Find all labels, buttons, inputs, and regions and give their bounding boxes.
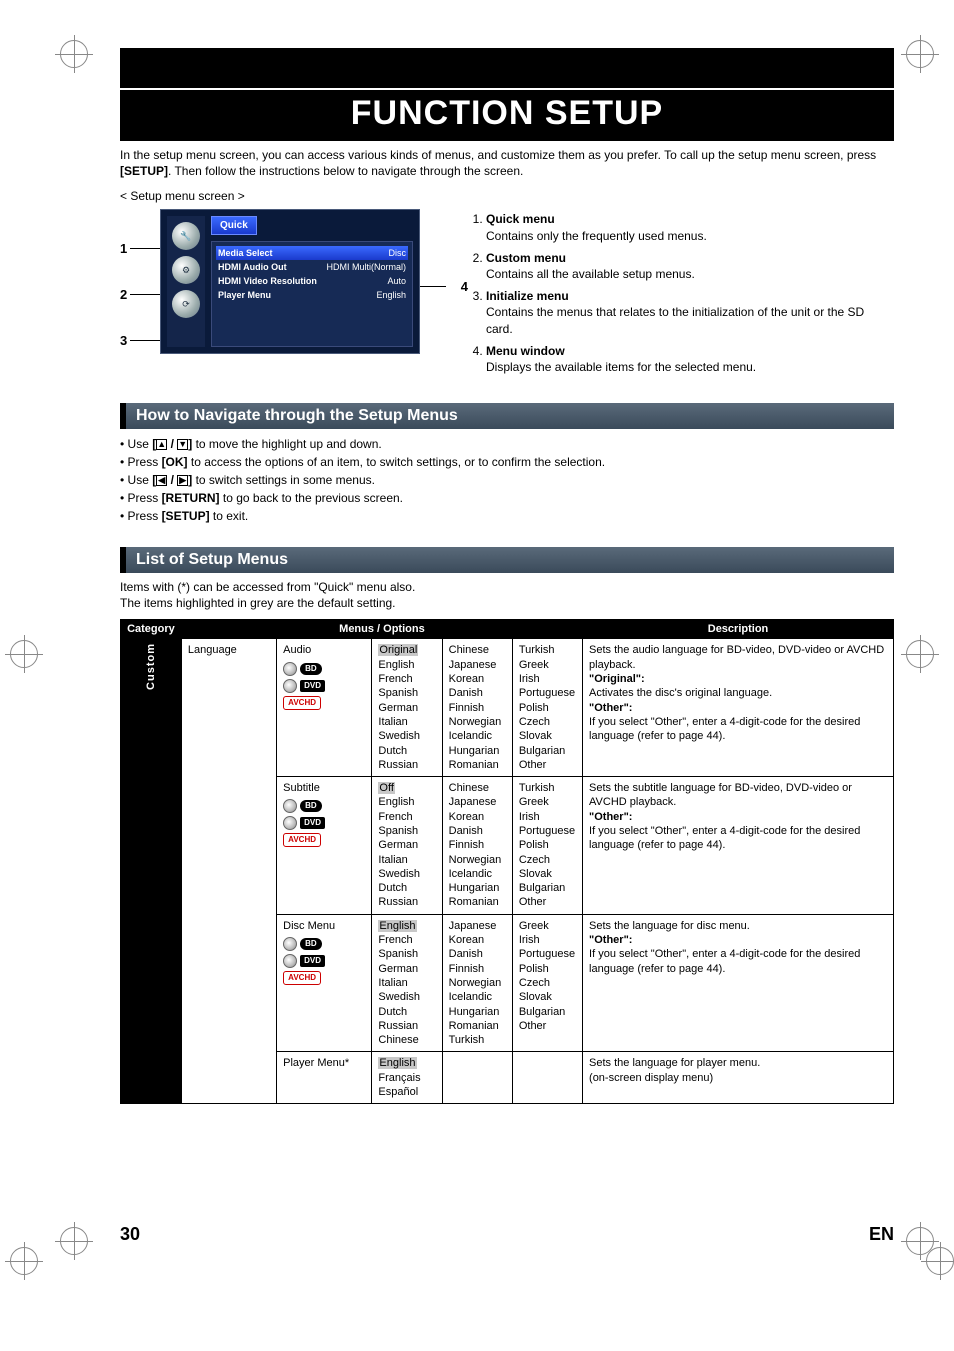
- options-col: Chinese Japanese Korean Danish Finnish N…: [442, 639, 512, 777]
- registration-mark: [926, 1247, 954, 1275]
- registration-mark: [60, 40, 88, 68]
- bd-video-icon: BD: [283, 662, 365, 676]
- table-row: Custom Language Audio BD DVD AVCHD Origi…: [121, 639, 894, 777]
- callout-1: 1: [120, 241, 127, 256]
- legend-item-2: Custom menuContains all the available se…: [486, 250, 894, 282]
- registration-mark: [10, 1247, 38, 1275]
- description-cell: Sets the subtitle language for BD-video,…: [583, 777, 894, 915]
- description-cell: Sets the audio language for BD-video, DV…: [583, 639, 894, 777]
- menu-subtitle: Subtitle BD DVD AVCHD: [277, 777, 372, 915]
- dvd-video-icon: DVD: [283, 679, 365, 693]
- options-col: OffEnglish French Spanish German Italian…: [372, 777, 442, 915]
- intro-text-bold: [SETUP]: [120, 164, 168, 178]
- callout-3: 3: [120, 333, 127, 348]
- language-code: EN: [869, 1224, 894, 1245]
- page-title: FUNCTION SETUP: [120, 90, 894, 141]
- diagram-caption: < Setup menu screen >: [120, 189, 894, 203]
- registration-mark: [906, 40, 934, 68]
- intro-text-c: . Then follow the instructions below to …: [168, 164, 523, 178]
- wrench-icon: 🔧: [172, 222, 200, 250]
- list-intro: Items with (*) can be accessed from "Qui…: [120, 579, 894, 611]
- legend-item-1: Quick menuContains only the frequently u…: [486, 211, 894, 243]
- callout-4: 4: [461, 279, 468, 294]
- down-arrow-icon: ▼: [177, 439, 188, 450]
- legend-item-3: Initialize menuContains the menus that r…: [486, 288, 894, 337]
- osd-row: Player MenuEnglish: [216, 288, 408, 302]
- osd-tab-quick: Quick: [211, 216, 257, 235]
- options-col: [442, 1052, 512, 1104]
- osd-row: HDMI Audio OutHDMI Multi(Normal): [216, 260, 408, 274]
- page-number: 30: [120, 1224, 140, 1245]
- left-arrow-icon: ◀: [156, 475, 167, 486]
- osd-sidebar: 🔧 ⚙ ⟳: [167, 216, 205, 347]
- description-cell: Sets the language for disc menu. "Other"…: [583, 914, 894, 1052]
- bd-video-icon: BD: [283, 937, 365, 951]
- options-col: OriginalEnglish French Spanish German It…: [372, 639, 442, 777]
- dvd-video-icon: DVD: [283, 954, 365, 968]
- osd-panel: Media SelectDisc HDMI Audio OutHDMI Mult…: [211, 241, 413, 347]
- bd-video-icon: BD: [283, 799, 365, 813]
- options-col: EnglishFrench Spanish German Italian Swe…: [372, 914, 442, 1052]
- description-cell: Sets the language for player menu. (on-s…: [583, 1052, 894, 1104]
- sliders-icon: ⚙: [172, 256, 200, 284]
- th-category: Category: [121, 620, 182, 639]
- th-description: Description: [583, 620, 894, 639]
- avchd-icon: AVCHD: [283, 696, 365, 710]
- menu-audio: Audio BD DVD AVCHD: [277, 639, 372, 777]
- avchd-icon: AVCHD: [283, 971, 365, 985]
- section-heading-navigate: How to Navigate through the Setup Menus: [120, 403, 894, 429]
- options-col: EnglishFrançais Español: [372, 1052, 442, 1104]
- options-col: Greek Irish Portuguese Polish Czech Slov…: [512, 914, 582, 1052]
- options-col: Japanese Korean Danish Finnish Norwegian…: [442, 914, 512, 1052]
- callout-2: 2: [120, 287, 127, 302]
- options-col: Turkish Greek Irish Portuguese Polish Cz…: [512, 777, 582, 915]
- initialize-icon: ⟳: [172, 290, 200, 318]
- right-arrow-icon: ▶: [177, 475, 188, 486]
- menu-player-menu: Player Menu*: [277, 1052, 372, 1104]
- menu-disc-menu: Disc Menu BD DVD AVCHD: [277, 914, 372, 1052]
- osd-row: HDMI Video ResolutionAuto: [216, 274, 408, 288]
- section-heading-list: List of Setup Menus: [120, 547, 894, 573]
- options-col: [512, 1052, 582, 1104]
- th-menus: Menus / Options: [181, 620, 582, 639]
- osd-mockup: 🔧 ⚙ ⟳ Quick Media SelectDisc HDMI Audio …: [160, 209, 420, 354]
- diagram-legend: Quick menuContains only the frequently u…: [468, 209, 894, 381]
- intro-paragraph: In the setup menu screen, you can access…: [120, 147, 894, 179]
- options-col: Chinese Japanese Korean Danish Finnish N…: [442, 777, 512, 915]
- subcategory-language: Language: [181, 639, 276, 1104]
- avchd-icon: AVCHD: [283, 833, 365, 847]
- legend-item-4: Menu windowDisplays the available items …: [486, 343, 894, 375]
- setup-menus-table: Category Menus / Options Description Cus…: [120, 619, 894, 1104]
- navigate-instructions: Use [▲ / ▼] to move the highlight up and…: [120, 435, 894, 525]
- intro-text-a: In the setup menu screen, you can access…: [120, 148, 876, 162]
- registration-mark: [60, 1227, 88, 1255]
- osd-row: Media SelectDisc: [216, 246, 408, 260]
- top-black-bar: [120, 48, 894, 88]
- dvd-video-icon: DVD: [283, 816, 365, 830]
- options-col: Turkish Greek Irish Portuguese Polish Cz…: [512, 639, 582, 777]
- setup-screen-diagram: 1 2 3 🔧 ⚙ ⟳ Quick Media SelectDisc HDMI …: [120, 209, 450, 354]
- up-arrow-icon: ▲: [156, 439, 167, 450]
- registration-mark: [10, 640, 38, 668]
- category-custom: Custom: [121, 639, 182, 1104]
- registration-mark: [906, 640, 934, 668]
